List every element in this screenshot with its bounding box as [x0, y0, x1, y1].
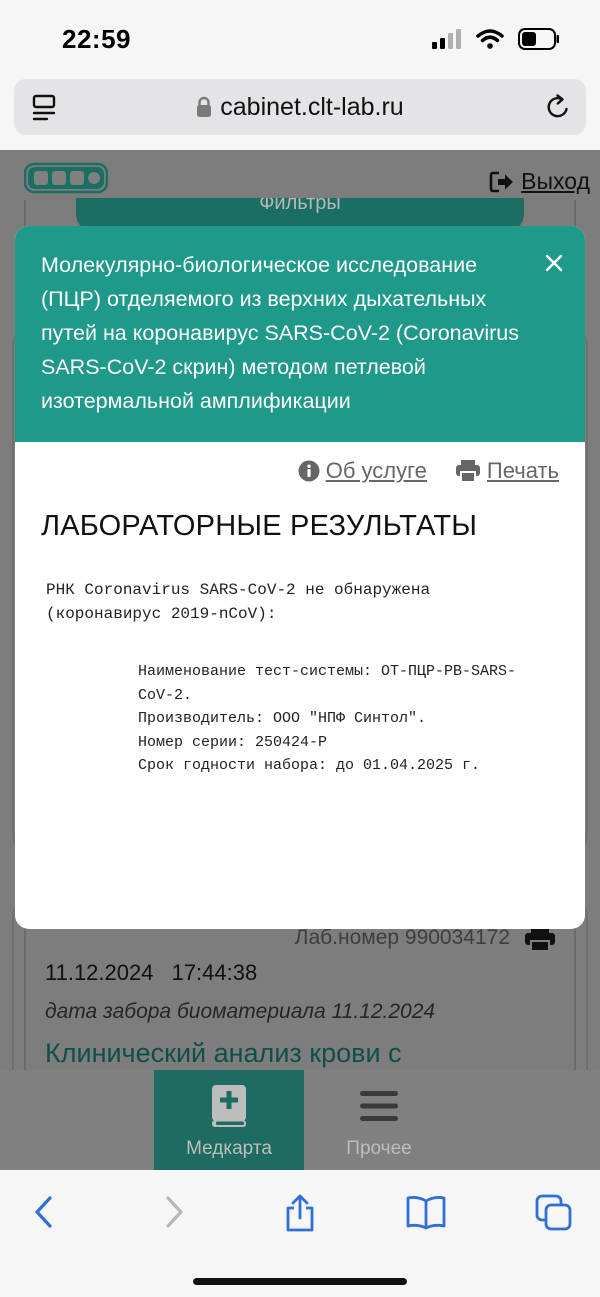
status-time: 22:59 — [62, 24, 131, 54]
medical-book-icon — [212, 1085, 246, 1127]
hamburger-menu-icon — [360, 1091, 398, 1121]
modal-actions: Об услуге Печать — [298, 458, 559, 484]
detail-line: Наименование тест-системы: ОТ-ПЦР-РВ-SAR… — [138, 663, 517, 680]
forward-icon[interactable] — [162, 1194, 186, 1230]
sign-out-icon — [489, 171, 514, 192]
lock-icon — [197, 96, 212, 117]
browser-top-bar: cabinet.clt-lab.ru — [0, 75, 600, 150]
detail-line: Срок годности набора: до 01.04.2025 г. — [138, 757, 481, 774]
filters-label: Фильтры — [259, 198, 341, 214]
back-icon[interactable] — [32, 1194, 56, 1230]
results-heading: ЛАБОРАТОРНЫЕ РЕЗУЛЬТАТЫ — [41, 510, 478, 542]
record-title[interactable]: Клинический анализ крови с — [45, 1038, 402, 1069]
result-summary: РНК Coronavirus SARS-CoV-2 не обнаружена… — [46, 578, 566, 626]
modal-title: Молекулярно-биологическое исследование (… — [41, 253, 519, 413]
info-icon — [298, 460, 320, 482]
collection-date: дата забора биоматериала 11.12.2024 — [45, 1000, 436, 1023]
detail-line: Номер серии: 250424-Р — [138, 733, 328, 751]
lab-number: Лаб.номер 990034172 — [294, 926, 510, 949]
logout-link[interactable]: Выход — [489, 168, 590, 195]
share-icon[interactable] — [283, 1194, 317, 1232]
logout-label: Выход — [521, 168, 590, 194]
url-text[interactable]: cabinet.clt-lab.ru — [220, 93, 403, 122]
company-logo — [24, 162, 108, 194]
record-datetime: 11.12.2024 17:44:38 — [45, 960, 258, 985]
close-icon[interactable] — [545, 254, 563, 272]
result-details: Наименование тест-системы: ОТ-ПЦР-РВ-SAR… — [138, 660, 568, 778]
print-link[interactable]: Печать — [455, 458, 559, 484]
detail-line: CoV-2. — [138, 686, 193, 704]
nav-item-medcard[interactable]: Медкарта — [154, 1070, 304, 1170]
result-line: (коронавирус 2019-nCoV): — [46, 605, 277, 623]
status-icons — [432, 28, 560, 50]
browser-toolbar — [0, 1170, 600, 1297]
about-service-link[interactable]: Об услуге — [298, 458, 427, 484]
detail-line: Производитель: ООО "НПФ Синтол". — [138, 710, 427, 727]
printer-icon — [455, 460, 480, 483]
wifi-icon — [476, 29, 504, 49]
record-print-icon[interactable] — [524, 926, 556, 952]
tabs-icon[interactable] — [535, 1194, 573, 1232]
status-bar: 22:59 — [0, 0, 600, 75]
nav-label: Прочее — [346, 1138, 412, 1159]
reload-icon[interactable] — [544, 93, 572, 121]
bookmarks-icon[interactable] — [406, 1194, 446, 1230]
print-label: Печать — [486, 458, 559, 483]
app-bottom-nav: Медкарта Прочее — [0, 1070, 600, 1170]
address-bar[interactable]: cabinet.clt-lab.ru — [14, 79, 586, 135]
modal-header: Молекулярно-биологическое исследование (… — [15, 226, 585, 442]
cellular-signal-icon — [432, 29, 461, 49]
results-modal: Молекулярно-биологическое исследование (… — [15, 226, 585, 929]
nav-item-other[interactable]: Прочее — [304, 1070, 454, 1170]
about-service-label: Об услуге — [325, 458, 427, 483]
home-indicator — [193, 1278, 407, 1285]
battery-icon — [518, 28, 559, 50]
nav-label: Медкарта — [186, 1138, 272, 1159]
result-line: РНК Coronavirus SARS-CoV-2 не обнаружена — [46, 581, 431, 599]
